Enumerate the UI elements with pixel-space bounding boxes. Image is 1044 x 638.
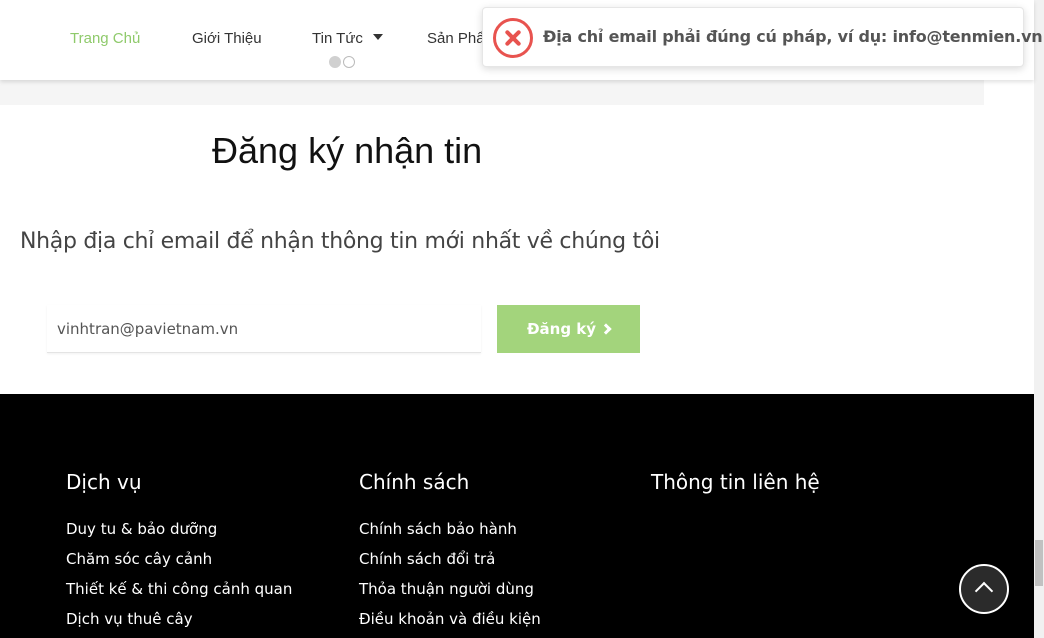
nav-item-home[interactable]: Trang Chủ <box>70 30 140 47</box>
footer-link[interactable]: Dịch vụ thuê cây <box>66 610 193 628</box>
slider-dots <box>329 56 355 68</box>
section-divider <box>0 80 984 105</box>
slider-dot-2[interactable] <box>343 56 355 68</box>
newsletter-title: Đăng ký nhận tin <box>212 130 483 171</box>
nav-item-news[interactable]: Tin Tức <box>312 30 383 47</box>
footer-link[interactable]: Điều khoản và điều kiện <box>359 610 541 628</box>
nav-item-about[interactable]: Giới Thiệu <box>192 30 262 47</box>
chevron-right-icon <box>600 323 612 335</box>
subscribe-button[interactable]: Đăng ký <box>497 305 640 353</box>
error-x-icon <box>493 18 533 58</box>
footer-link[interactable]: Thiết kế & thi công cảnh quan <box>66 580 292 598</box>
footer-column-title: Chính sách <box>359 470 470 494</box>
footer-column-title: Dịch vụ <box>66 470 142 494</box>
nav-item-products[interactable]: Sản Phẩ <box>427 30 485 47</box>
footer-column-title: Thông tin liên hệ <box>651 470 820 494</box>
footer-link[interactable]: Chính sách đổi trả <box>359 550 495 568</box>
email-input[interactable] <box>47 305 481 353</box>
error-toast[interactable]: Địa chỉ email phải đúng cú pháp, ví dụ: … <box>482 7 1044 67</box>
footer-link[interactable]: Thỏa thuận người dùng <box>359 580 534 598</box>
caret-down-icon <box>372 34 383 41</box>
newsletter-description: Nhập địa chỉ email để nhận thông tin mới… <box>20 229 660 254</box>
footer-link[interactable]: Duy tu & bảo dưỡng <box>66 520 217 538</box>
slider-dot-1[interactable] <box>329 56 341 68</box>
footer-link[interactable]: Chăm sóc cây cảnh <box>66 550 212 568</box>
subscribe-button-label: Đăng ký <box>526 320 597 338</box>
footer-link[interactable]: Chính sách bảo hành <box>359 520 517 538</box>
scrollbar-thumb[interactable] <box>1035 540 1043 586</box>
toast-message: Địa chỉ email phải đúng cú pháp, ví dụ: … <box>543 27 1044 46</box>
page-scrollbar[interactable] <box>1034 0 1044 638</box>
scroll-to-top-button[interactable] <box>959 564 1009 614</box>
nav-item-news-label: Tin Tức <box>312 30 363 47</box>
footer: Dịch vụ Duy tu & bảo dưỡng Chăm sóc cây … <box>0 394 1034 638</box>
